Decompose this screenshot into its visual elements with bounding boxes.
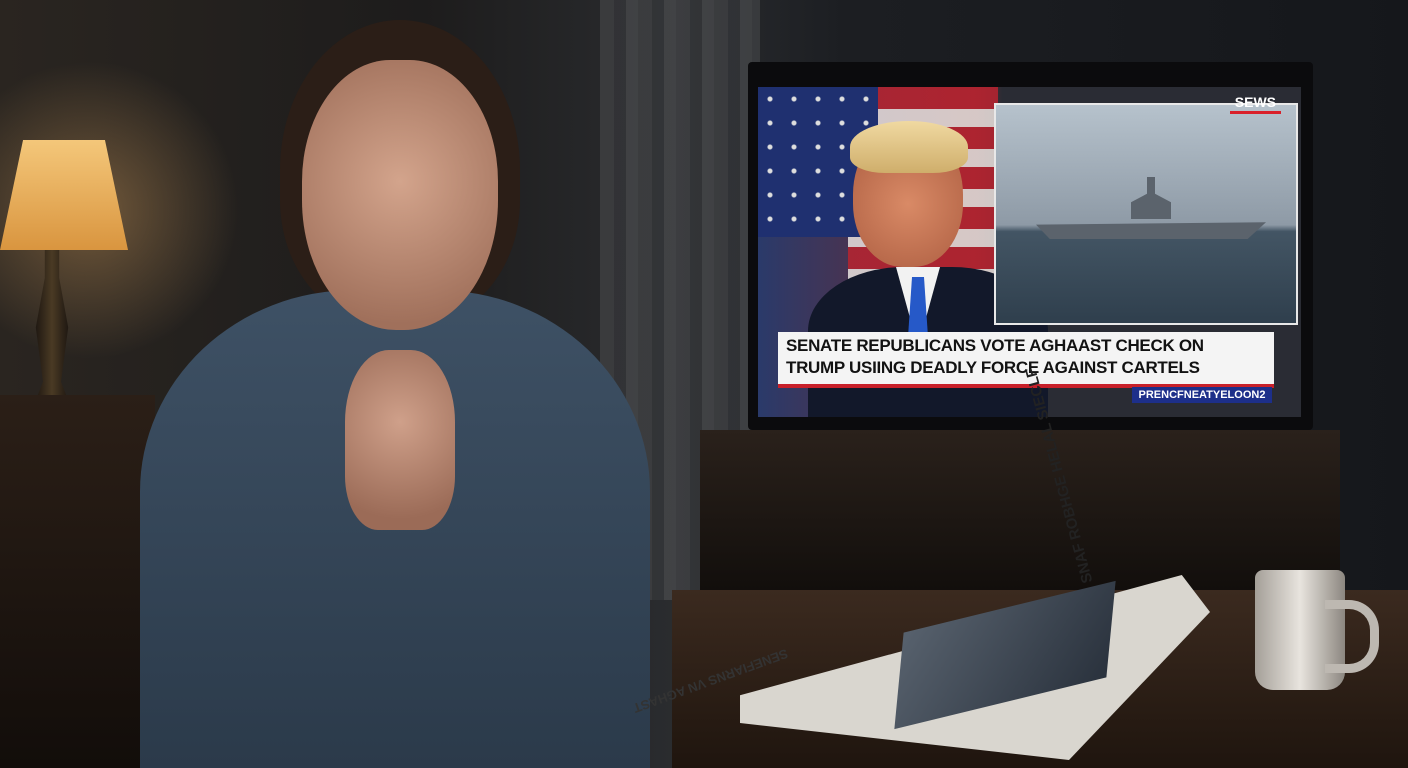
mug-handle	[1325, 600, 1379, 673]
clasped-hands	[345, 350, 455, 530]
tv-stand	[700, 430, 1340, 610]
woman-face	[302, 60, 498, 330]
ship-tower	[1131, 177, 1171, 219]
network-logo: SEWS	[1229, 93, 1281, 114]
ticker-band: PRENCFNEATYELOON2	[1132, 387, 1272, 403]
scene: SEWS SENATE REPUBLICANS VOTE AGHAAST CHE…	[0, 0, 1408, 768]
side-table	[0, 395, 155, 768]
hair	[850, 121, 968, 173]
woman-figure	[140, 20, 650, 768]
warship-inset	[994, 103, 1298, 325]
